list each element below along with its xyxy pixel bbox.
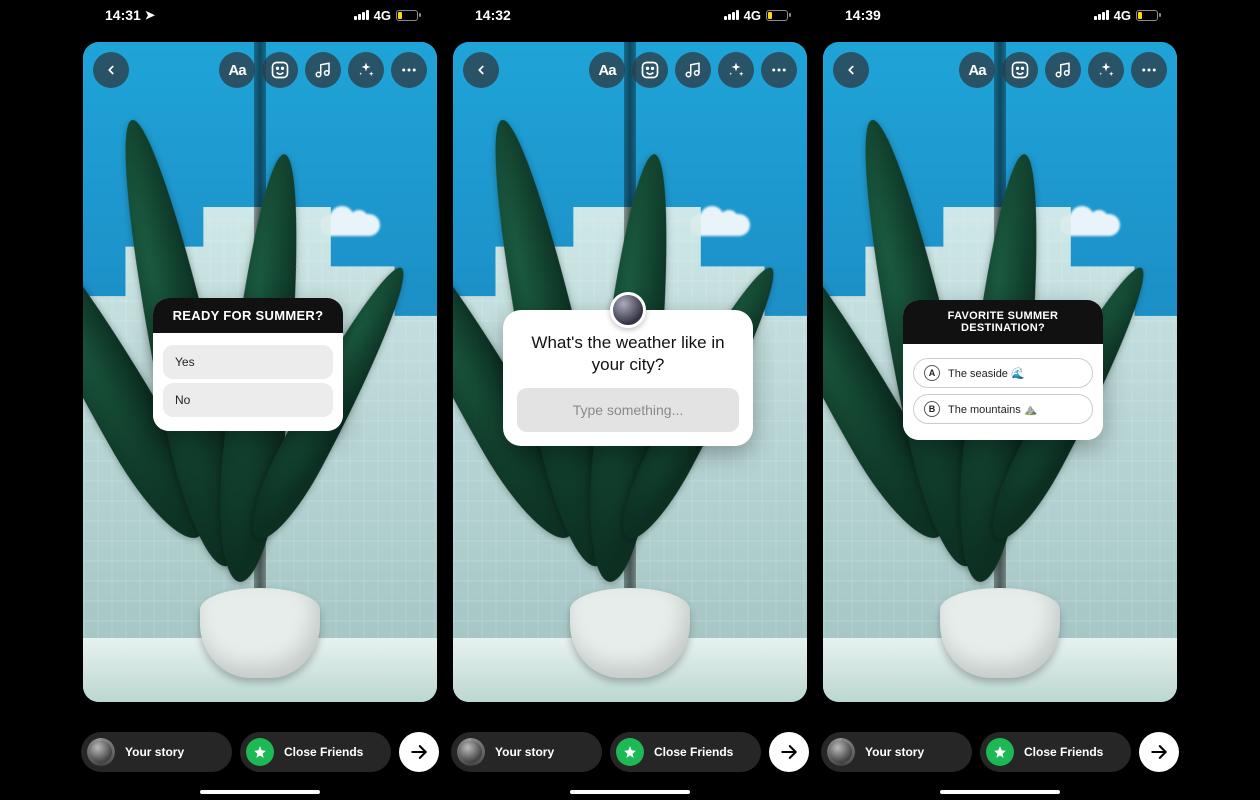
poll-sticker[interactable]: READY FOR SUMMER? Yes No: [153, 298, 343, 431]
screen-question: 14:32 4G 19: [445, 0, 815, 800]
avatar-icon: [827, 738, 855, 766]
text-tool-button[interactable]: Aa: [959, 52, 995, 88]
screen-poll: 14:31 ➤ 4G 19: [75, 0, 445, 800]
close-friends-label: Close Friends: [1024, 745, 1103, 759]
effects-tool-button[interactable]: [348, 52, 384, 88]
your-story-button[interactable]: Your story: [81, 732, 232, 772]
your-story-label: Your story: [495, 745, 554, 759]
sparkle-icon: [727, 61, 745, 79]
sticker-tool-button[interactable]: [632, 52, 668, 88]
close-friends-button[interactable]: Close Friends: [980, 732, 1131, 772]
arrow-right-icon: [1149, 742, 1169, 762]
more-icon: [1140, 61, 1158, 79]
more-tool-button[interactable]: [1131, 52, 1167, 88]
your-story-button[interactable]: Your story: [821, 732, 972, 772]
more-icon: [400, 61, 418, 79]
poll-option[interactable]: No: [163, 383, 333, 417]
status-time: 14:31: [105, 7, 141, 23]
quiz-sticker[interactable]: FAVORITE SUMMER DESTINATION? A The seasi…: [903, 300, 1103, 440]
text-icon: Aa: [968, 62, 985, 79]
send-button[interactable]: [769, 732, 809, 772]
status-bar: 14:39 4G 17: [815, 0, 1185, 30]
send-button[interactable]: [1139, 732, 1179, 772]
battery-icon: 17: [1136, 10, 1161, 21]
sparkle-icon: [1097, 61, 1115, 79]
status-time: 14:32: [475, 7, 511, 23]
text-icon: Aa: [228, 62, 245, 79]
music-tool-button[interactable]: [305, 52, 341, 88]
music-icon: [684, 61, 702, 79]
question-sticker[interactable]: What's the weather like in your city? Ty…: [503, 310, 753, 446]
quiz-letter: A: [924, 365, 940, 381]
sparkle-icon: [357, 61, 375, 79]
network-label: 4G: [1114, 8, 1131, 23]
quiz-option[interactable]: A The seaside 🌊: [913, 358, 1093, 388]
music-icon: [1054, 61, 1072, 79]
question-avatar: [610, 292, 646, 328]
screen-quiz: 14:39 4G 17: [815, 0, 1185, 800]
your-story-label: Your story: [125, 745, 184, 759]
poll-option[interactable]: Yes: [163, 345, 333, 379]
status-bar: 14:32 4G 19: [445, 0, 815, 30]
send-button[interactable]: [399, 732, 439, 772]
effects-tool-button[interactable]: [1088, 52, 1124, 88]
signal-icon: [724, 10, 739, 20]
quiz-option-label: The seaside 🌊: [948, 367, 1025, 380]
quiz-option[interactable]: B The mountains ⛰️: [913, 394, 1093, 424]
sticker-icon: [640, 60, 660, 80]
sticker-tool-button[interactable]: [262, 52, 298, 88]
more-icon: [770, 61, 788, 79]
quiz-option-label: The mountains ⛰️: [948, 403, 1038, 416]
quiz-title: FAVORITE SUMMER DESTINATION?: [903, 300, 1103, 344]
quiz-letter: B: [924, 401, 940, 417]
more-tool-button[interactable]: [391, 52, 427, 88]
music-tool-button[interactable]: [675, 52, 711, 88]
your-story-button[interactable]: Your story: [451, 732, 602, 772]
arrow-right-icon: [779, 742, 799, 762]
more-tool-button[interactable]: [761, 52, 797, 88]
home-indicator[interactable]: [940, 790, 1060, 794]
avatar-icon: [87, 738, 115, 766]
question-prompt: What's the weather like in your city?: [517, 328, 739, 388]
back-button[interactable]: [463, 52, 499, 88]
text-tool-button[interactable]: Aa: [219, 52, 255, 88]
story-canvas[interactable]: Aa What's the weath: [453, 42, 807, 702]
effects-tool-button[interactable]: [718, 52, 754, 88]
close-friends-button[interactable]: Close Friends: [240, 732, 391, 772]
signal-icon: [354, 10, 369, 20]
close-friends-label: Close Friends: [284, 745, 363, 759]
text-tool-button[interactable]: Aa: [589, 52, 625, 88]
battery-icon: 19: [396, 10, 421, 21]
battery-icon: 19: [766, 10, 791, 21]
text-icon: Aa: [598, 62, 615, 79]
your-story-label: Your story: [865, 745, 924, 759]
avatar-icon: [457, 738, 485, 766]
sticker-icon: [1010, 60, 1030, 80]
network-label: 4G: [374, 8, 391, 23]
story-canvas[interactable]: Aa FAVORITE SUMMER DESTINATI: [823, 42, 1177, 702]
star-icon: [986, 738, 1014, 766]
close-friends-button[interactable]: Close Friends: [610, 732, 761, 772]
arrow-right-icon: [409, 742, 429, 762]
back-button[interactable]: [833, 52, 869, 88]
close-friends-label: Close Friends: [654, 745, 733, 759]
location-arrow-icon: ➤: [145, 8, 155, 22]
network-label: 4G: [744, 8, 761, 23]
star-icon: [246, 738, 274, 766]
sticker-icon: [270, 60, 290, 80]
home-indicator[interactable]: [570, 790, 690, 794]
question-input[interactable]: Type something...: [517, 388, 739, 432]
music-icon: [314, 61, 332, 79]
status-time: 14:39: [845, 7, 881, 23]
music-tool-button[interactable]: [1045, 52, 1081, 88]
star-icon: [616, 738, 644, 766]
back-button[interactable]: [93, 52, 129, 88]
home-indicator[interactable]: [200, 790, 320, 794]
story-canvas[interactable]: Aa READY FOR SUMMER?: [83, 42, 437, 702]
signal-icon: [1094, 10, 1109, 20]
poll-title: READY FOR SUMMER?: [153, 298, 343, 333]
status-bar: 14:31 ➤ 4G 19: [75, 0, 445, 30]
sticker-tool-button[interactable]: [1002, 52, 1038, 88]
